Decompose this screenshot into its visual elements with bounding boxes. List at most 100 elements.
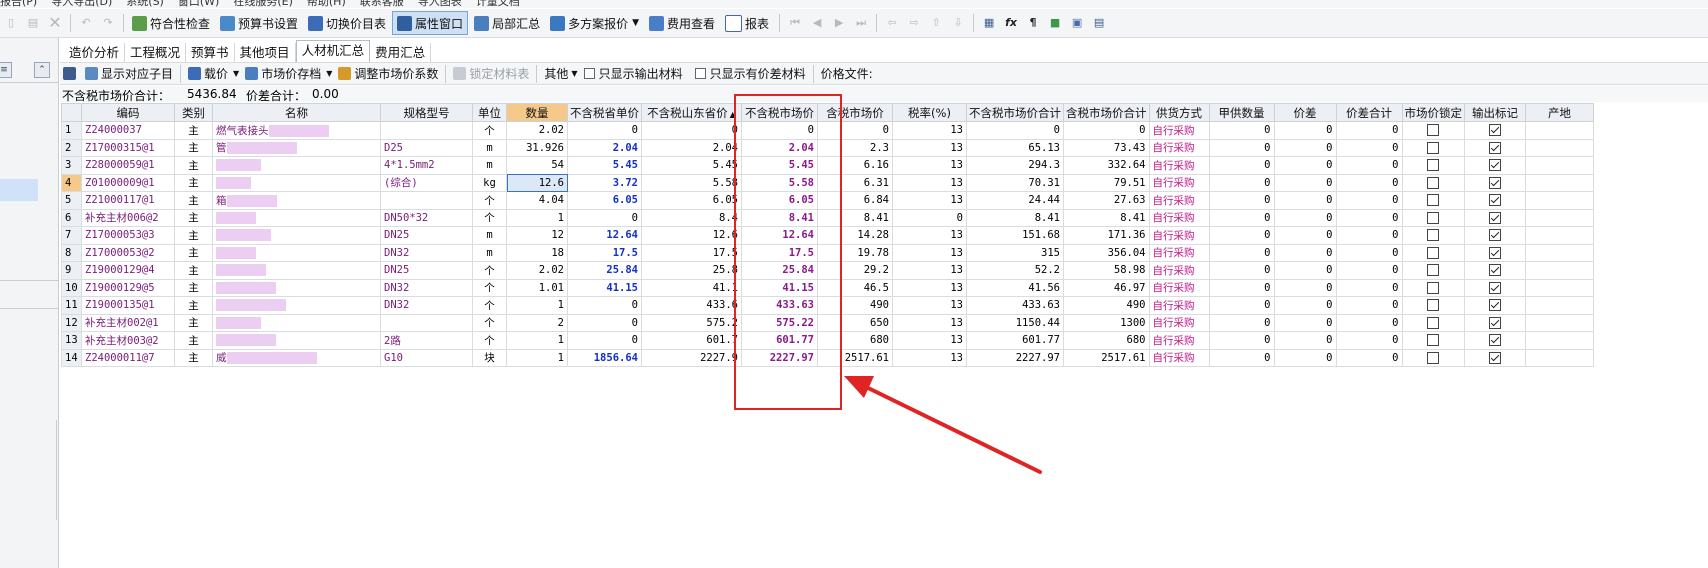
unit-cell[interactable]: 块 bbox=[472, 348, 507, 367]
price-diff-total-cell[interactable]: 0 bbox=[1335, 173, 1403, 192]
move-right-icon[interactable]: ⇨ bbox=[907, 16, 921, 30]
output-flag-cell[interactable] bbox=[1464, 226, 1526, 245]
owner-supply-qty-cell[interactable]: 0 bbox=[1208, 348, 1275, 367]
market-total-cell[interactable]: 433.63 bbox=[966, 296, 1064, 315]
unit-cell[interactable]: 个 bbox=[472, 313, 507, 332]
tax-rate-cell[interactable]: 13 bbox=[892, 331, 967, 350]
tax-rate-cell[interactable]: 13 bbox=[892, 278, 967, 297]
checked-checkbox-icon[interactable] bbox=[1489, 229, 1501, 242]
checked-checkbox-icon[interactable] bbox=[1489, 334, 1501, 347]
tab-project-overview[interactable]: 工程概况 bbox=[125, 43, 187, 62]
unchecked-checkbox-icon[interactable] bbox=[1427, 299, 1440, 312]
output-flag-cell[interactable] bbox=[1464, 243, 1526, 262]
quantity-cell[interactable]: 2 bbox=[506, 313, 568, 332]
quantity-cell[interactable]: 12 bbox=[506, 226, 568, 245]
checked-checkbox-icon[interactable] bbox=[1489, 159, 1501, 172]
tax-rate-cell[interactable]: 13 bbox=[892, 156, 967, 175]
tax-rate-cell[interactable]: 13 bbox=[892, 138, 967, 157]
menu-item[interactable]: 系统(S) bbox=[126, 0, 164, 8]
selected-tree-item[interactable] bbox=[0, 179, 38, 201]
unchecked-checkbox-icon[interactable] bbox=[1427, 124, 1440, 137]
supply-method-cell[interactable]: 自行采购 bbox=[1148, 121, 1210, 140]
unchecked-checkbox-icon[interactable] bbox=[1427, 141, 1440, 154]
name-cell[interactable] bbox=[212, 331, 381, 350]
checked-checkbox-icon[interactable] bbox=[1489, 316, 1501, 329]
market-tax-total-cell[interactable]: 680 bbox=[1063, 331, 1150, 350]
column-header[interactable]: 税率(%) bbox=[892, 103, 967, 122]
name-cell[interactable] bbox=[212, 313, 381, 332]
tab-budget[interactable]: 预算书 bbox=[186, 43, 235, 62]
province-unit-price-cell[interactable]: 12.64 bbox=[567, 226, 642, 245]
undo-icon[interactable]: ↶ bbox=[79, 16, 93, 30]
unit-cell[interactable]: m bbox=[472, 243, 507, 262]
supply-method-cell[interactable]: 自行采购 bbox=[1148, 348, 1210, 367]
market-price-archive-button[interactable]: 市场价存档 ▼ bbox=[242, 65, 335, 82]
origin-cell[interactable] bbox=[1525, 121, 1594, 140]
name-cell[interactable]: 管 bbox=[212, 138, 381, 157]
code-cell[interactable]: Z19000135@1 bbox=[81, 296, 175, 315]
supply-method-cell[interactable]: 自行采购 bbox=[1148, 278, 1210, 297]
switch-price-list-button[interactable]: 切换价目表 bbox=[304, 12, 390, 34]
category-cell[interactable]: 主 bbox=[174, 173, 213, 192]
checked-checkbox-icon[interactable] bbox=[1489, 246, 1501, 259]
price-diff-cell[interactable]: 0 bbox=[1273, 313, 1337, 332]
quantity-cell[interactable]: 1 bbox=[506, 208, 568, 227]
price-diff-total-cell[interactable]: 0 bbox=[1335, 348, 1403, 367]
owner-supply-qty-cell[interactable]: 0 bbox=[1208, 208, 1275, 227]
market-total-cell[interactable]: 151.68 bbox=[966, 226, 1064, 245]
category-cell[interactable]: 主 bbox=[174, 348, 213, 367]
category-cell[interactable]: 主 bbox=[174, 156, 213, 175]
market-total-cell[interactable]: 0 bbox=[966, 121, 1064, 140]
shandong-price-cell[interactable]: 2.04 bbox=[641, 138, 742, 157]
market-tax-total-cell[interactable]: 171.36 bbox=[1063, 226, 1150, 245]
market-tax-total-cell[interactable]: 2517.61 bbox=[1063, 348, 1150, 367]
unchecked-checkbox-icon[interactable] bbox=[1427, 246, 1440, 259]
code-cell[interactable]: Z17000053@3 bbox=[81, 226, 175, 245]
unit-cell[interactable]: 个 bbox=[472, 278, 507, 297]
origin-cell[interactable] bbox=[1525, 313, 1594, 332]
column-header[interactable]: 单位 bbox=[472, 103, 507, 122]
unit-cell[interactable]: 个 bbox=[472, 331, 507, 350]
supply-method-cell[interactable]: 自行采购 bbox=[1148, 243, 1210, 262]
origin-cell[interactable] bbox=[1525, 243, 1594, 262]
market-lock-cell[interactable] bbox=[1401, 173, 1465, 192]
name-cell[interactable] bbox=[212, 296, 381, 315]
shandong-price-cell[interactable]: 6.05 bbox=[641, 191, 742, 210]
tax-rate-cell[interactable]: 13 bbox=[892, 191, 967, 210]
category-cell[interactable]: 主 bbox=[174, 226, 213, 245]
market-lock-cell[interactable] bbox=[1401, 156, 1465, 175]
quantity-cell[interactable]: 18 bbox=[506, 243, 568, 262]
name-cell[interactable] bbox=[212, 208, 381, 227]
name-cell[interactable]: 威 bbox=[212, 348, 381, 367]
code-cell[interactable]: Z24000011@7 bbox=[81, 348, 175, 367]
tab-other-items[interactable]: 其他项目 bbox=[235, 43, 296, 62]
output-flag-cell[interactable] bbox=[1464, 138, 1526, 157]
column-header[interactable]: 不含税市场价合计 bbox=[966, 103, 1064, 122]
owner-supply-qty-cell[interactable]: 0 bbox=[1208, 226, 1275, 245]
checked-checkbox-icon[interactable] bbox=[1489, 351, 1501, 364]
province-unit-price-cell[interactable]: 0 bbox=[567, 121, 642, 140]
adjust-coefficient-button[interactable]: 调整市场价系数 bbox=[335, 65, 441, 82]
checked-checkbox-icon[interactable] bbox=[1489, 141, 1501, 154]
checked-checkbox-icon[interactable] bbox=[1489, 211, 1501, 224]
budget-settings-button[interactable]: 预算书设置 bbox=[216, 12, 302, 34]
spec-cell[interactable]: G10 bbox=[380, 348, 473, 367]
market-total-cell[interactable]: 41.56 bbox=[966, 278, 1064, 297]
unchecked-checkbox-icon[interactable] bbox=[1427, 351, 1440, 364]
unchecked-checkbox-icon[interactable] bbox=[1427, 211, 1440, 224]
menu-item[interactable]: 联系客服 bbox=[360, 0, 404, 8]
menu-item[interactable]: 在线服务(E) bbox=[233, 0, 293, 8]
price-diff-cell[interactable]: 0 bbox=[1273, 191, 1337, 210]
province-unit-price-cell[interactable]: 2.04 bbox=[567, 138, 642, 157]
code-cell[interactable]: Z17000315@1 bbox=[81, 138, 175, 157]
category-cell[interactable]: 主 bbox=[174, 243, 213, 262]
category-cell[interactable]: 主 bbox=[174, 331, 213, 350]
shandong-price-cell[interactable]: 17.5 bbox=[641, 243, 742, 262]
menu-item[interactable]: 窗口(W) bbox=[178, 0, 219, 8]
price-diff-cell[interactable]: 0 bbox=[1273, 331, 1337, 350]
menu-item[interactable]: 导入图表 bbox=[418, 0, 462, 8]
price-diff-total-cell[interactable]: 0 bbox=[1335, 313, 1403, 332]
price-diff-total-cell[interactable]: 0 bbox=[1335, 278, 1403, 297]
show-sub-items-button[interactable]: 显示对应子目 bbox=[82, 65, 176, 82]
checked-checkbox-icon[interactable] bbox=[1489, 264, 1501, 277]
